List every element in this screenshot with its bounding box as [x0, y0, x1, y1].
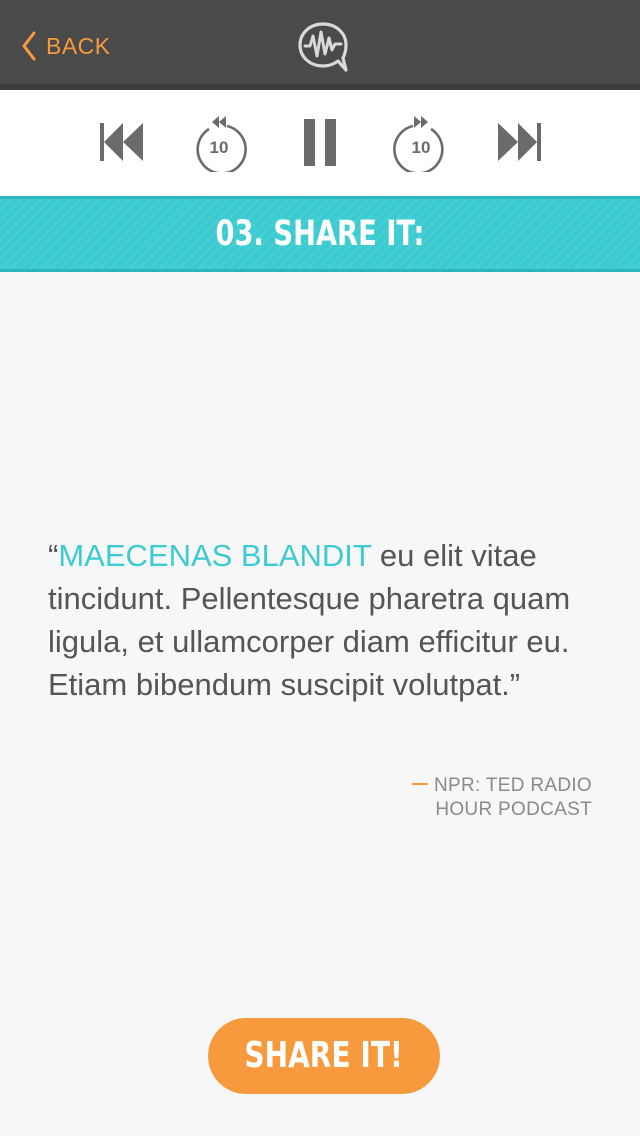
attribution-line-2: HOUR PODCAST — [435, 799, 592, 820]
pause-button[interactable] — [290, 112, 350, 172]
top-nav-bar: BACK — [0, 0, 640, 84]
chevron-left-icon — [22, 31, 36, 61]
share-button[interactable]: SHARE IT! — [208, 1018, 440, 1094]
back-label: BACK — [46, 32, 111, 59]
rewind-seconds-label: 10 — [210, 138, 229, 157]
quote-close-mark: ” — [509, 667, 521, 702]
quote-highlight: MAECENAS BLANDIT — [58, 538, 372, 573]
forward-10-button[interactable]: 10 — [390, 112, 450, 172]
skip-next-icon — [498, 123, 541, 161]
rewind-10-icon: 10 — [196, 116, 247, 172]
share-button-label: SHARE IT! — [244, 1035, 404, 1076]
section-title: 03. SHARE IT: — [215, 214, 425, 254]
skip-previous-icon — [100, 123, 143, 161]
section-banner: 03. SHARE IT: — [0, 196, 640, 272]
forward-seconds-label: 10 — [412, 138, 431, 157]
player-controls: 10 10 — [0, 90, 640, 196]
forward-10-icon: 10 — [393, 116, 444, 172]
pause-icon — [304, 119, 336, 166]
rewind-10-button[interactable]: 10 — [190, 112, 250, 172]
attribution-line-1: NPR: TED RADIO — [434, 775, 592, 796]
quote-attribution: NPR: TED RADIO HOUR PODCAST — [340, 774, 592, 822]
quote-text: “MAECENAS BLANDIT eu elit vitae tincidun… — [48, 534, 596, 706]
next-track-button[interactable] — [490, 112, 550, 172]
speech-bubble-waveform-icon — [298, 22, 348, 72]
back-button[interactable]: BACK — [22, 28, 111, 64]
previous-track-button[interactable] — [92, 112, 152, 172]
quote-open-mark: “ — [48, 538, 59, 573]
attribution-dash — [412, 782, 429, 785]
